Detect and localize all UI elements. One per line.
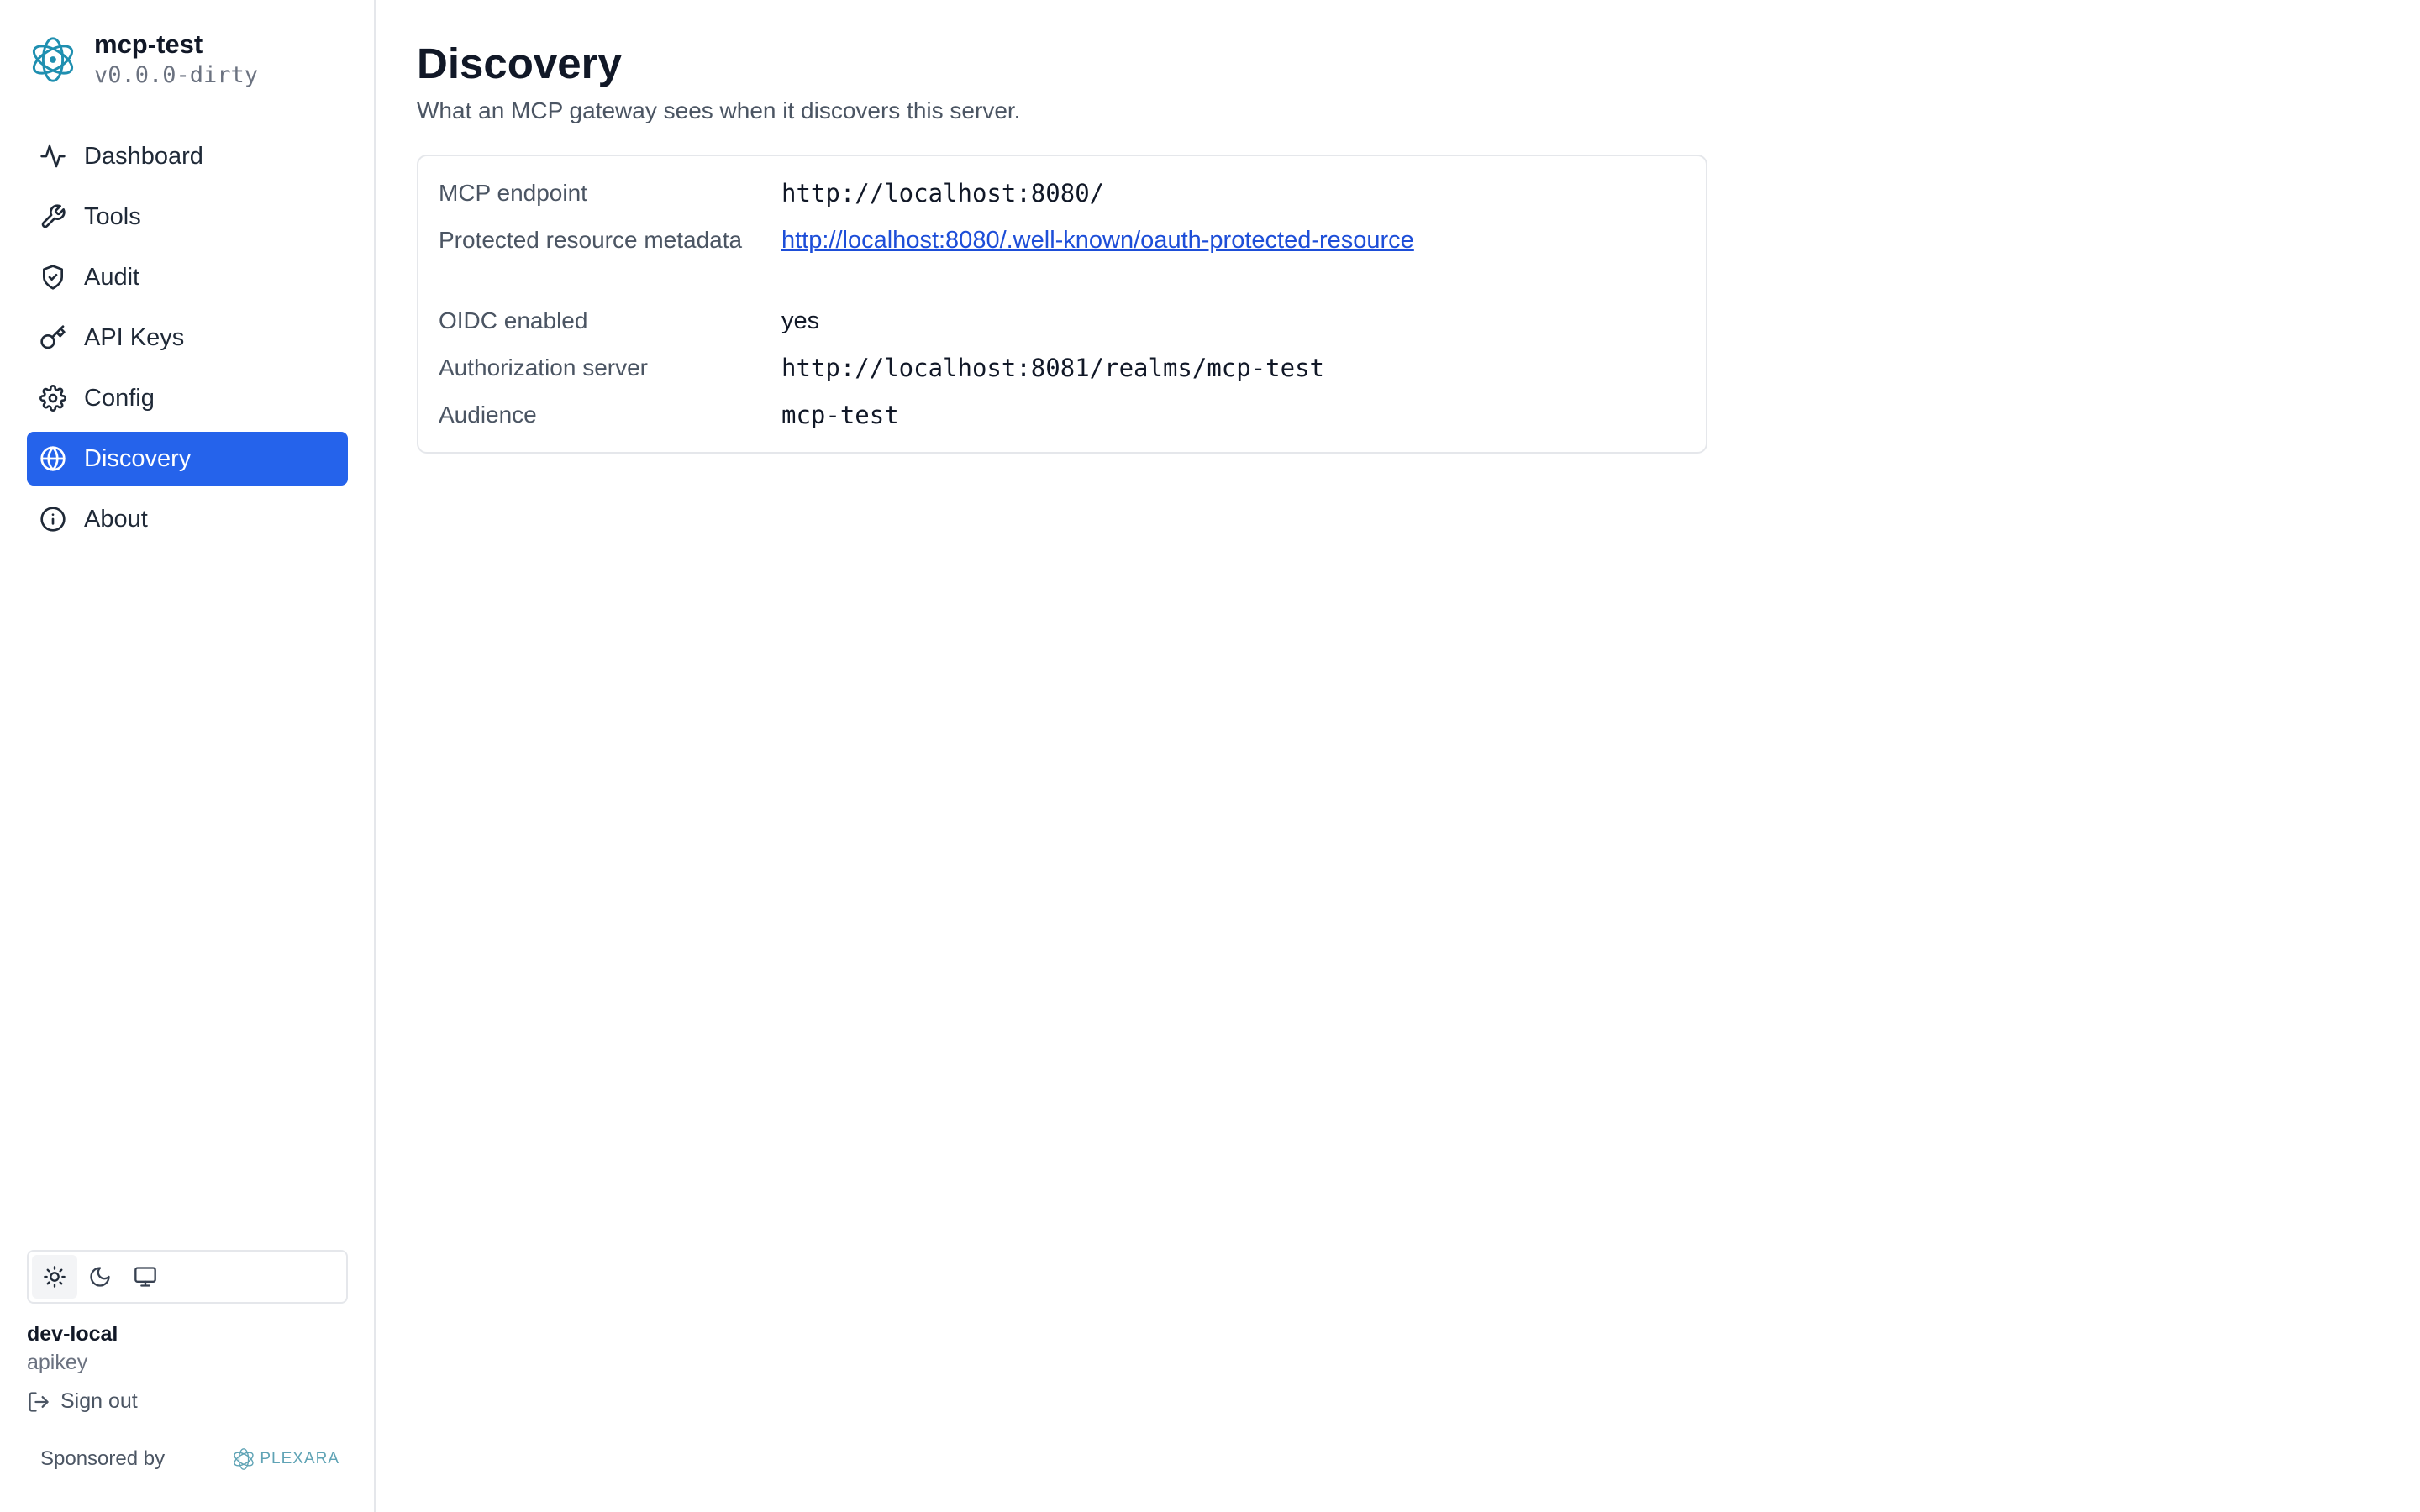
discovery-card: MCP endpoint http://localhost:8080/ Prot… bbox=[417, 155, 1707, 454]
sponsor-logo-text: PLEXARA bbox=[260, 1450, 339, 1467]
sidebar-item-dashboard[interactable]: Dashboard bbox=[27, 129, 348, 183]
sponsor-logo-link[interactable]: PLEXARA bbox=[231, 1446, 339, 1472]
user-name: dev-local bbox=[27, 1322, 118, 1346]
sidebar-item-about[interactable]: About bbox=[27, 492, 348, 546]
gear-icon bbox=[39, 384, 67, 412]
row-label: OIDC enabled bbox=[439, 307, 588, 333]
row-mcp-endpoint: MCP endpoint http://localhost:8080/ bbox=[439, 176, 1104, 210]
sidebar-item-audit[interactable]: Audit bbox=[27, 250, 348, 304]
sidebar-item-label: Dashboard bbox=[84, 142, 203, 170]
sign-out-button[interactable]: Sign out bbox=[27, 1389, 138, 1414]
wrench-icon bbox=[39, 202, 67, 231]
sidebar-item-label: About bbox=[84, 505, 148, 533]
sidebar-item-api-keys[interactable]: API Keys bbox=[27, 311, 348, 365]
mcp-endpoint-value: http://localhost:8080/ bbox=[781, 179, 1105, 207]
row-label: Audience bbox=[439, 402, 537, 428]
globe-icon bbox=[39, 444, 67, 473]
audience-value: mcp-test bbox=[781, 401, 899, 429]
sponsor: Sponsored by PLEXARA bbox=[40, 1446, 339, 1472]
theme-switcher bbox=[27, 1250, 348, 1304]
activity-icon bbox=[39, 142, 67, 171]
monitor-icon bbox=[134, 1267, 156, 1287]
app-name: mcp-test bbox=[94, 29, 203, 59]
plexara-logo-icon bbox=[234, 1448, 254, 1470]
row-oidc-enabled: OIDC enabled yes bbox=[439, 304, 819, 338]
user-auth-method: apikey bbox=[27, 1351, 88, 1374]
sidebar-item-label: Audit bbox=[84, 263, 140, 291]
sidebar: mcp-test v0.0.0-dirty Dashboard Tools Au… bbox=[0, 0, 376, 1512]
app-version: v0.0.0-dirty bbox=[94, 62, 259, 88]
moon-icon bbox=[90, 1267, 110, 1287]
sponsor-label: Sponsored by bbox=[40, 1447, 166, 1470]
page-subtitle: What an MCP gateway sees when it discove… bbox=[417, 97, 1021, 123]
brand[interactable]: mcp-test v0.0.0-dirty bbox=[27, 29, 258, 91]
sidebar-item-label: Config bbox=[84, 384, 155, 412]
key-icon bbox=[39, 323, 67, 352]
row-authorization-server: Authorization server http://localhost:80… bbox=[439, 351, 1324, 385]
info-icon bbox=[39, 505, 67, 533]
theme-dark-button[interactable] bbox=[77, 1255, 123, 1299]
authorization-server-value: http://localhost:8081/realms/mcp-test bbox=[781, 354, 1325, 382]
row-protected-resource-metadata: Protected resource metadata http://local… bbox=[439, 223, 1414, 257]
sidebar-item-label: Tools bbox=[84, 202, 141, 230]
row-label: Authorization server bbox=[439, 354, 649, 381]
sign-out-label: Sign out bbox=[60, 1389, 138, 1413]
sidebar-item-tools[interactable]: Tools bbox=[27, 190, 348, 244]
sidebar-item-discovery[interactable]: Discovery bbox=[27, 432, 348, 486]
theme-system-button[interactable] bbox=[123, 1255, 168, 1299]
sun-icon bbox=[44, 1266, 66, 1288]
sidebar-item-config[interactable]: Config bbox=[27, 371, 348, 425]
app-root: mcp-test v0.0.0-dirty Dashboard Tools Au… bbox=[0, 0, 2420, 1512]
oidc-enabled-value: yes bbox=[781, 307, 820, 334]
row-audience: Audience mcp-test bbox=[439, 398, 899, 432]
row-label: Protected resource metadata bbox=[439, 227, 743, 253]
sidebar-nav: Dashboard Tools Audit API Keys Config Di… bbox=[27, 129, 348, 553]
page-title: Discovery bbox=[417, 39, 622, 87]
sidebar-item-label: API Keys bbox=[84, 323, 185, 351]
protected-resource-metadata-link[interactable]: http://localhost:8080/.well-known/oauth-… bbox=[781, 223, 1414, 257]
theme-light-button[interactable] bbox=[32, 1255, 77, 1299]
log-out-icon bbox=[29, 1391, 49, 1412]
shield-check-icon bbox=[39, 263, 67, 291]
app-logo-icon bbox=[27, 34, 79, 86]
row-label: MCP endpoint bbox=[439, 180, 587, 206]
sidebar-item-label: Discovery bbox=[84, 444, 192, 472]
